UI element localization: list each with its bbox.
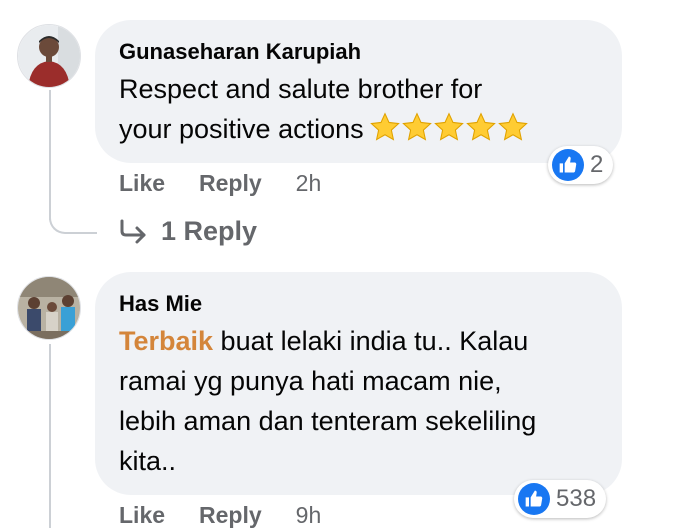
like-button[interactable]: Like	[119, 170, 165, 197]
star-icon	[497, 112, 528, 141]
comments-section: Gunaseharan Karupiah Respect and salute …	[0, 0, 692, 528]
star-icon	[433, 112, 464, 141]
thread-line	[49, 344, 51, 528]
comment-text-line: ramai yg punya hati macam nie,	[119, 366, 502, 396]
avatar-photo	[18, 25, 80, 87]
comment-author[interactable]: Gunaseharan Karupiah	[119, 39, 361, 65]
avatar[interactable]	[17, 24, 81, 88]
comment-text-line: kita..	[119, 446, 177, 476]
star-icon	[369, 112, 400, 141]
comment-actions: Like Reply 2h	[119, 170, 321, 197]
reply-arrow-icon	[120, 219, 146, 243]
avatar-photo	[18, 277, 80, 339]
reply-button[interactable]: Reply	[199, 170, 262, 197]
comment-text-line: Terbaik buat lelaki india tu.. Kalau	[119, 321, 536, 361]
like-reaction-icon	[552, 149, 584, 181]
comment-text: Respect and salute brother for your posi…	[119, 69, 528, 154]
reaction-count: 538	[556, 485, 597, 512]
comment-timestamp[interactable]: 9h	[296, 502, 322, 528]
thumbs-up-icon	[525, 490, 543, 507]
reaction-count: 2	[590, 151, 604, 178]
comment-author[interactable]: Has Mie	[119, 291, 202, 317]
thumbs-up-icon	[559, 156, 577, 173]
view-replies-label: 1 Reply	[161, 216, 258, 246]
comment-text-fragment: buat lelaki india tu.. Kalau	[213, 326, 529, 356]
star-icon	[401, 112, 432, 141]
star-icon	[465, 112, 496, 141]
highlighted-keyword[interactable]: Terbaik	[119, 326, 213, 356]
reaction-summary[interactable]: 2	[548, 146, 614, 184]
comment-timestamp[interactable]: 2h	[296, 170, 322, 197]
comment-text: Terbaik buat lelaki india tu.. Kalau ram…	[119, 321, 536, 481]
comment-text-fragment: your positive actions	[119, 114, 364, 144]
comment-text-line: your positive actions	[119, 109, 528, 154]
like-button[interactable]: Like	[119, 502, 165, 528]
thread-line	[49, 90, 51, 220]
like-reaction-icon	[518, 483, 550, 515]
reaction-summary[interactable]: 538	[514, 480, 607, 518]
star-emoji-group	[368, 111, 528, 154]
avatar[interactable]	[17, 276, 81, 340]
thread-connector	[49, 218, 97, 234]
comment-text-line: lebih aman dan tenteram sekeliling	[119, 406, 537, 436]
reply-button[interactable]: Reply	[199, 502, 262, 528]
comment-text-line: Respect and salute brother for	[119, 74, 483, 104]
view-replies-link[interactable]: 1 Reply	[119, 216, 257, 247]
comment-actions: Like Reply 9h	[119, 502, 321, 528]
